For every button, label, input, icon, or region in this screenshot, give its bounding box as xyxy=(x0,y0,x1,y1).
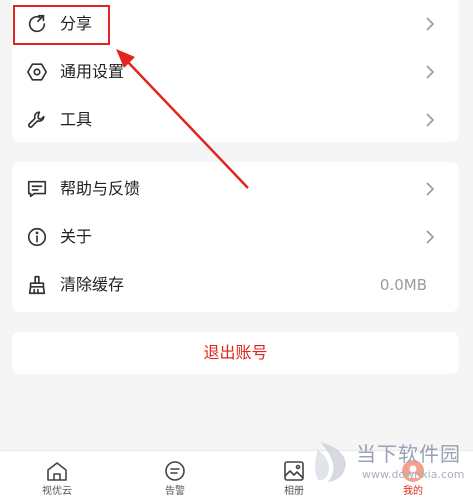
chevron-right-icon xyxy=(425,181,435,197)
chevron-right-icon xyxy=(425,64,435,80)
wrench-icon xyxy=(26,109,48,131)
feedback-icon xyxy=(26,178,48,200)
highlight-box xyxy=(13,5,110,45)
menu-item-about[interactable]: 关于 xyxy=(12,213,459,261)
menu-item-help-feedback[interactable]: 帮助与反馈 xyxy=(12,165,459,213)
home-icon xyxy=(45,459,69,483)
chevron-right-icon xyxy=(425,229,435,245)
logout-card: 退出账号 xyxy=(12,332,459,374)
menu-item-tools[interactable]: 工具 xyxy=(12,96,459,144)
menu-item-general-settings[interactable]: 通用设置 xyxy=(12,48,459,96)
tab-alerts[interactable]: 告警 xyxy=(135,451,215,501)
logout-button[interactable]: 退出账号 xyxy=(12,332,459,374)
album-icon xyxy=(282,459,306,483)
tab-home[interactable]: 视优云 xyxy=(17,451,97,501)
cache-size-value: 0.0MB xyxy=(379,276,427,294)
menu-item-label: 清除缓存 xyxy=(60,275,125,294)
chevron-right-icon xyxy=(425,16,435,32)
alert-message-icon xyxy=(163,459,187,483)
watermark-logo-icon xyxy=(315,442,346,482)
tab-label: 告警 xyxy=(165,486,185,497)
watermark-text: 当下软件园 xyxy=(356,442,461,466)
chevron-right-icon xyxy=(425,112,435,128)
menu-card-support: 帮助与反馈 关于 清除缓存 0.0MB xyxy=(12,162,459,312)
menu-item-label: 通用设置 xyxy=(60,62,125,81)
tab-label: 视优云 xyxy=(42,486,72,497)
menu-item-label: 关于 xyxy=(60,227,93,246)
menu-item-label: 帮助与反馈 xyxy=(60,179,141,198)
watermark-url: www.downxia.com xyxy=(362,468,465,481)
broom-icon xyxy=(26,274,48,296)
menu-item-clear-cache[interactable]: 清除缓存 0.0MB xyxy=(12,261,459,309)
menu-item-label: 工具 xyxy=(60,110,93,129)
settings-hexagon-icon xyxy=(26,61,48,83)
info-icon xyxy=(26,226,48,248)
watermark: 当下软件园 www.downxia.com xyxy=(310,438,464,488)
